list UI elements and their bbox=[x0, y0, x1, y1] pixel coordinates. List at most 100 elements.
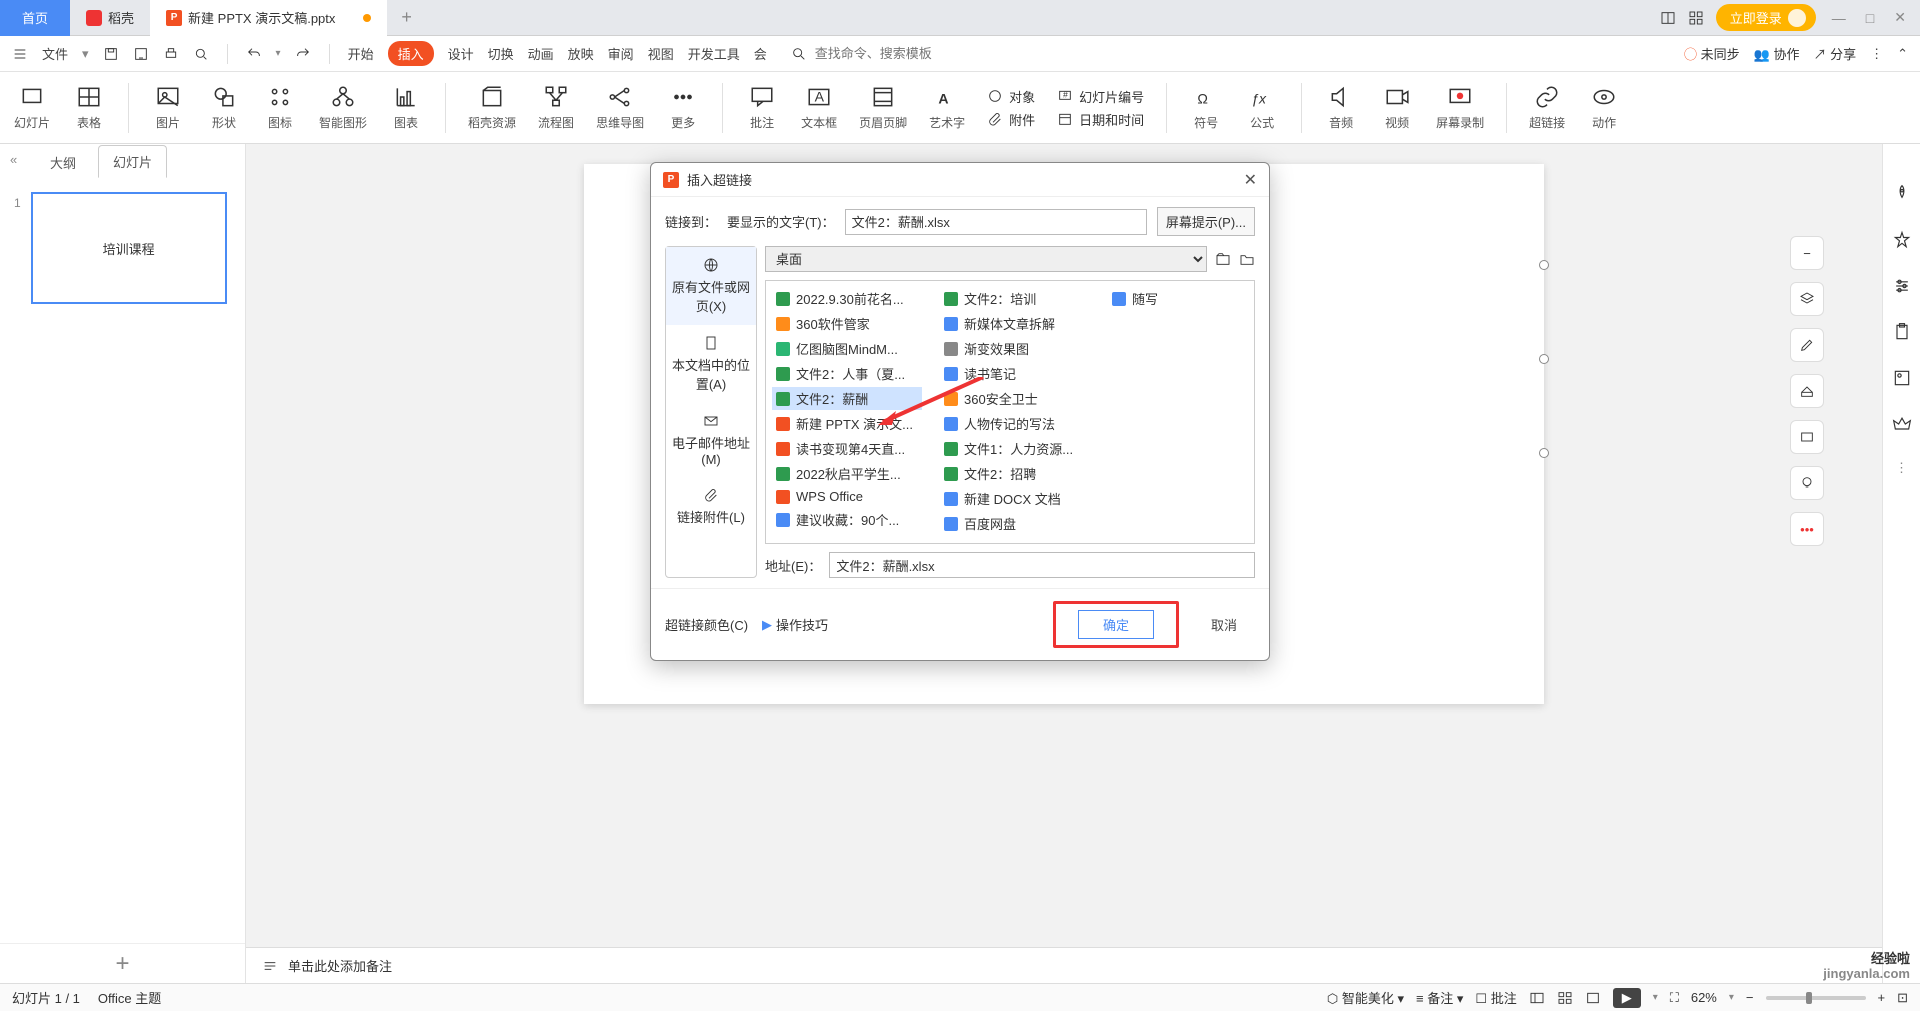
file-item[interactable]: 亿图脑图MindM... bbox=[772, 337, 922, 360]
add-slide-button[interactable]: + bbox=[0, 943, 245, 983]
apps-icon[interactable] bbox=[1688, 10, 1704, 26]
print-icon[interactable] bbox=[163, 46, 179, 62]
ribbon-textbox[interactable]: A文本框 bbox=[801, 84, 837, 131]
file-item[interactable]: 360安全卫士 bbox=[940, 387, 1090, 410]
zoom-minus[interactable]: − bbox=[1746, 990, 1754, 1005]
ribbon-icon[interactable]: 图标 bbox=[263, 84, 297, 131]
link-color-button[interactable]: 超链接颜色(C) bbox=[665, 615, 748, 634]
file-item[interactable]: 360软件管家 bbox=[772, 312, 922, 335]
ribbon-table[interactable]: 表格 bbox=[72, 84, 106, 131]
rail-image-icon[interactable] bbox=[1892, 368, 1912, 388]
collapse-panel-icon[interactable]: « bbox=[10, 152, 17, 167]
status-notes[interactable]: ≡ 备注 ▾ bbox=[1416, 988, 1463, 1007]
file-item[interactable]: 文件2：薪酬 bbox=[772, 387, 922, 410]
menu-start[interactable]: 开始 bbox=[348, 44, 374, 63]
menu-review[interactable]: 审阅 bbox=[608, 44, 634, 63]
selection-handle[interactable] bbox=[1539, 354, 1549, 364]
rail-clipboard-icon[interactable] bbox=[1892, 322, 1912, 342]
file-item[interactable]: 渐变效果图 bbox=[940, 337, 1090, 360]
link-type-file[interactable]: 原有文件或网页(X) bbox=[666, 247, 756, 325]
cancel-button[interactable]: 取消 bbox=[1193, 611, 1255, 638]
file-item[interactable]: 新建 DOCX 文档 bbox=[940, 487, 1090, 510]
file-item[interactable]: WPS Office bbox=[772, 487, 922, 506]
location-select[interactable]: 桌面 bbox=[765, 246, 1207, 272]
ribbon-hyperlink[interactable]: 超链接 bbox=[1529, 84, 1565, 131]
tab-home[interactable]: 首页 bbox=[0, 0, 70, 36]
tab-slides[interactable]: 幻灯片 bbox=[98, 145, 167, 178]
template-button[interactable] bbox=[1790, 374, 1824, 408]
view-sorter-icon[interactable] bbox=[1557, 990, 1573, 1006]
search-input[interactable] bbox=[815, 46, 935, 61]
zoom-plus[interactable]: + bbox=[1878, 990, 1886, 1005]
menu-show[interactable]: 放映 bbox=[568, 44, 594, 63]
rail-star-icon[interactable] bbox=[1892, 230, 1912, 250]
screen-tip-button[interactable]: 屏幕提示(P)... bbox=[1157, 207, 1255, 236]
menu-icon[interactable] bbox=[12, 46, 28, 62]
ribbon-symbol[interactable]: Ω符号 bbox=[1189, 84, 1223, 131]
file-item[interactable]: 文件2：招聘 bbox=[940, 462, 1090, 485]
ribbon-audio[interactable]: 音频 bbox=[1324, 84, 1358, 131]
rail-more[interactable]: ⋮ bbox=[1895, 460, 1908, 476]
slide-layout-button[interactable] bbox=[1790, 420, 1824, 454]
save-as-icon[interactable] bbox=[133, 46, 149, 62]
zoom-slider[interactable] bbox=[1766, 996, 1866, 1000]
file-item[interactable]: 新媒体文章拆解 bbox=[940, 312, 1090, 335]
close-button[interactable]: ✕ bbox=[1890, 7, 1910, 28]
menu-view[interactable]: 视图 bbox=[648, 44, 674, 63]
link-type-place[interactable]: 本文档中的位置(A) bbox=[666, 325, 756, 403]
file-list[interactable]: 2022.9.30前花名...360软件管家亿图脑图MindM...文件2：人事… bbox=[765, 280, 1255, 544]
file-item[interactable]: 随写 bbox=[1108, 287, 1255, 310]
file-item[interactable]: 新建 PPTX 演示文... bbox=[772, 412, 922, 435]
redo-icon[interactable] bbox=[295, 46, 311, 62]
collab-button[interactable]: 👥 协作 bbox=[1754, 44, 1800, 63]
rail-crown-icon[interactable] bbox=[1892, 414, 1912, 434]
more-float-button[interactable]: ••• bbox=[1790, 512, 1824, 546]
ribbon-slide[interactable]: 幻灯片 bbox=[14, 84, 50, 131]
menu-transition[interactable]: 切换 bbox=[488, 44, 514, 63]
ribbon-mindmap[interactable]: 思维导图 bbox=[596, 84, 644, 131]
file-item[interactable]: 2022.9.30前花名... bbox=[772, 287, 922, 310]
ribbon-shape[interactable]: 形状 bbox=[207, 84, 241, 131]
idea-button[interactable] bbox=[1790, 466, 1824, 500]
thumb-row[interactable]: 1 培训课程 bbox=[14, 192, 231, 304]
ribbon-smartart[interactable]: 智能图形 bbox=[319, 84, 367, 131]
ribbon-picture[interactable]: 图片 bbox=[151, 84, 185, 131]
menu-insert[interactable]: 插入 bbox=[388, 41, 434, 66]
command-search[interactable] bbox=[791, 46, 935, 62]
file-item[interactable]: 文件1：人力资源... bbox=[940, 437, 1090, 460]
notes-pane[interactable]: 单击此处添加备注 bbox=[246, 947, 1882, 983]
menu-anim[interactable]: 动画 bbox=[528, 44, 554, 63]
layers-button[interactable] bbox=[1790, 282, 1824, 316]
ribbon-wordart[interactable]: A艺术字 bbox=[929, 84, 965, 131]
ribbon-chart[interactable]: 图表 bbox=[389, 84, 423, 131]
selection-handle[interactable] bbox=[1539, 448, 1549, 458]
ribbon-datetime[interactable]: 日期和时间 bbox=[1057, 110, 1144, 129]
ribbon-video[interactable]: 视频 bbox=[1380, 84, 1414, 131]
dialog-close-button[interactable]: ✕ bbox=[1244, 170, 1257, 190]
preview-icon[interactable] bbox=[193, 46, 209, 62]
ok-button[interactable]: 确定 bbox=[1078, 610, 1154, 639]
tab-docer[interactable]: 稻壳 bbox=[70, 0, 150, 36]
file-item[interactable]: 2022秋启平学生... bbox=[772, 462, 922, 485]
ribbon-screenrec[interactable]: 屏幕录制 bbox=[1436, 84, 1484, 131]
sync-status[interactable]: ◯ 未同步 bbox=[1684, 44, 1740, 63]
menu-dev[interactable]: 开发工具 bbox=[688, 44, 740, 63]
display-text-input[interactable] bbox=[845, 209, 1147, 235]
view-normal-icon[interactable] bbox=[1529, 990, 1545, 1006]
selection-handle[interactable] bbox=[1539, 260, 1549, 270]
up-folder-icon[interactable] bbox=[1215, 251, 1231, 267]
ribbon-equation[interactable]: ƒx公式 bbox=[1245, 84, 1279, 131]
view-reading-icon[interactable] bbox=[1585, 990, 1601, 1006]
edit-button[interactable] bbox=[1790, 328, 1824, 362]
open-folder-icon[interactable] bbox=[1239, 251, 1255, 267]
link-type-attach[interactable]: 链接附件(L) bbox=[666, 477, 756, 536]
slideshow-button[interactable]: ▶ bbox=[1613, 988, 1641, 1008]
ribbon-comment[interactable]: 批注 bbox=[745, 84, 779, 131]
tips-link[interactable]: ▶ 操作技巧 bbox=[762, 615, 828, 634]
menu-design[interactable]: 设计 bbox=[448, 44, 474, 63]
ribbon-slidenum[interactable]: #幻灯片编号 bbox=[1057, 87, 1144, 106]
ribbon-header-footer[interactable]: 页眉页脚 bbox=[859, 84, 907, 131]
ribbon-docer[interactable]: 稻壳资源 bbox=[468, 84, 516, 131]
maximize-button[interactable]: □ bbox=[1862, 8, 1878, 28]
file-item[interactable]: 百度网盘 bbox=[940, 512, 1090, 535]
